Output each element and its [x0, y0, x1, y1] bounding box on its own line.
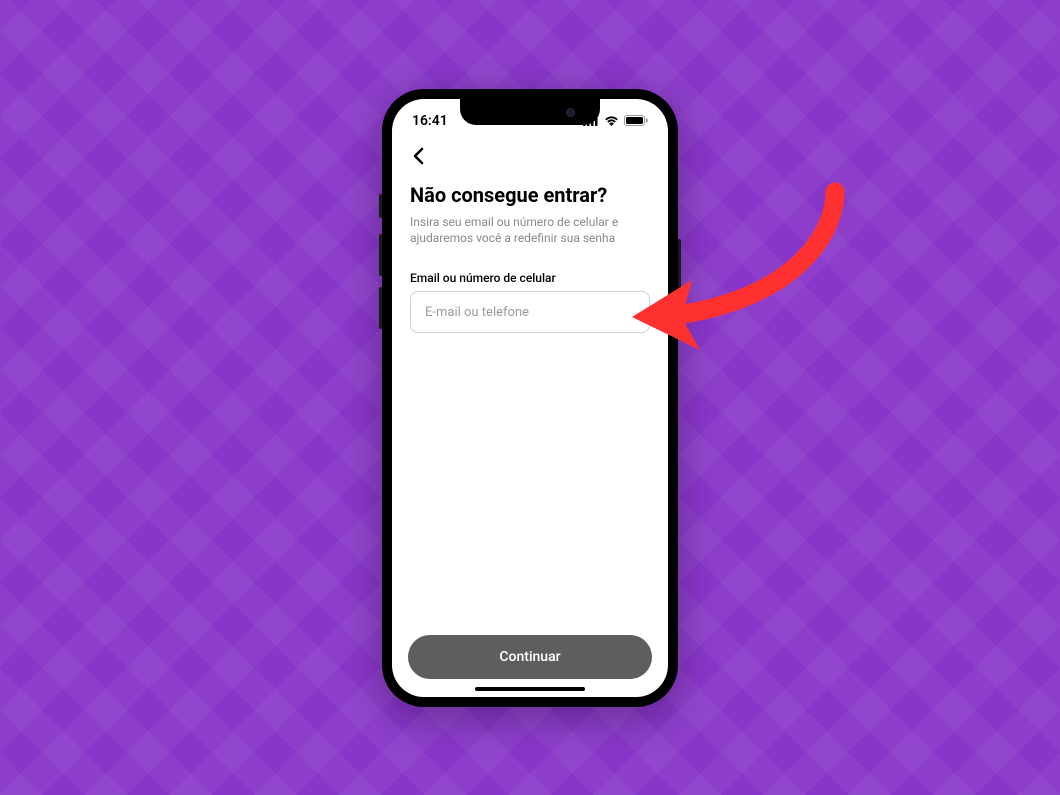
volume-down-button: [379, 287, 382, 329]
continue-button[interactable]: Continuar: [408, 635, 652, 679]
page-subtitle: Insira seu email ou número de celular e …: [410, 214, 650, 248]
power-button: [678, 239, 681, 309]
home-indicator[interactable]: [475, 687, 585, 691]
email-phone-label: Email ou número de celular: [410, 271, 650, 285]
wifi-icon: [604, 115, 619, 126]
navigation-bar: [392, 139, 668, 173]
device-notch: [460, 99, 600, 125]
battery-icon: [624, 115, 648, 126]
main-content: Não consegue entrar? Insira seu email ou…: [392, 173, 668, 334]
mute-switch: [379, 194, 382, 218]
status-time: 16:41: [412, 113, 462, 129]
back-button[interactable]: [406, 144, 430, 168]
phone-device-frame: 16:41: [382, 89, 678, 707]
chevron-left-icon: [412, 147, 424, 165]
page-title: Não consegue entrar?: [410, 183, 650, 207]
email-phone-input[interactable]: [410, 291, 650, 333]
volume-up-button: [379, 234, 382, 276]
